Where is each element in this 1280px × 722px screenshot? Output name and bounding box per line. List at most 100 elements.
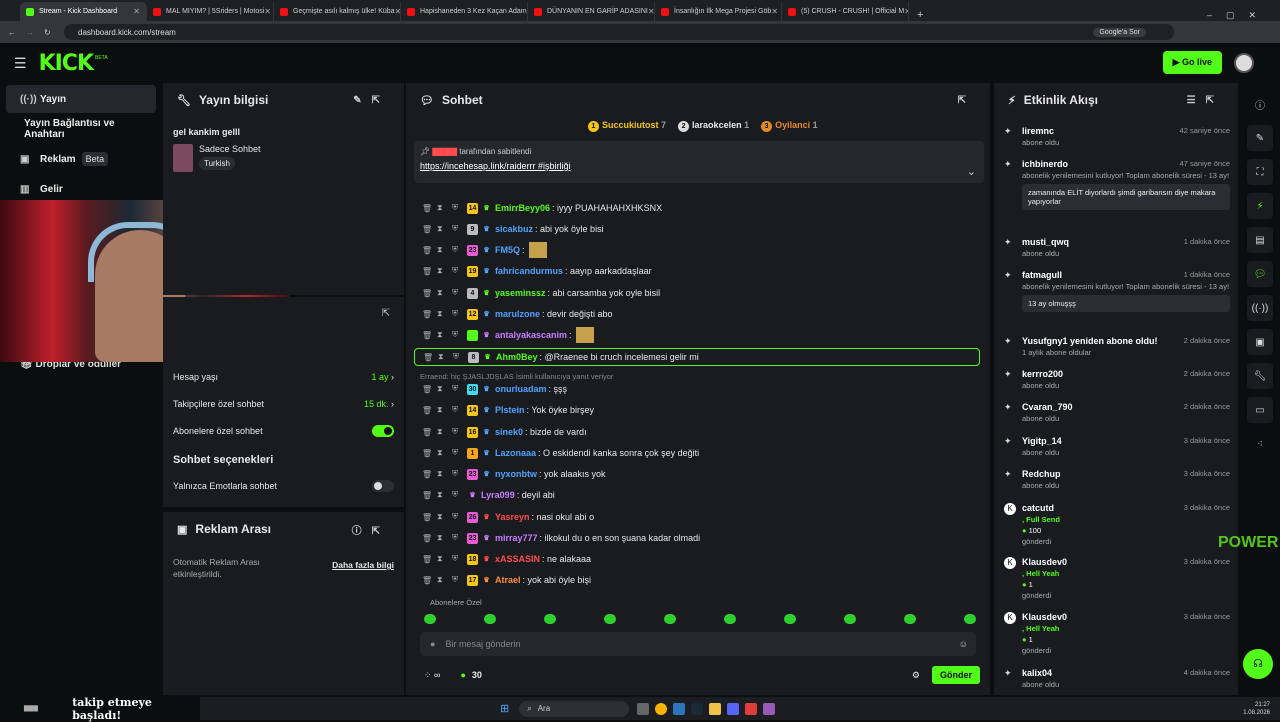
timeout-icon[interactable]: ⧗ bbox=[437, 309, 452, 319]
chat-message[interactable]: 🗑︎ ⧗ ⛨ 12 ♛ marulzone: devir değişti abo bbox=[422, 305, 613, 323]
timeout-icon[interactable]: ⧗ bbox=[437, 288, 452, 298]
folder-icon[interactable] bbox=[709, 702, 722, 715]
chat-message[interactable]: 🗑︎ ⧗ ⛨ 9 ♛ sicakbuz: abi yok öyle bisi bbox=[422, 220, 604, 238]
trash-icon[interactable]: 🗑︎ bbox=[422, 449, 437, 458]
popout-icon[interactable]: ⇱ bbox=[382, 308, 390, 319]
panel-tools[interactable]: ⓘ⇱ bbox=[352, 522, 390, 537]
chat-message[interactable]: 🗑︎ ⧗ ⛨ ♛ antalyakascanim: bbox=[422, 326, 594, 344]
chat-message[interactable]: 🗑︎ ⧗ ⛨ 23 ♛ mirray777: ilkokul du o en son şu… bbox=[422, 529, 700, 547]
taskview-icon[interactable] bbox=[637, 702, 650, 715]
reload-icon[interactable]: ↻ bbox=[44, 28, 51, 37]
support-icon[interactable]: ☊ bbox=[1243, 649, 1273, 679]
wrench-icon[interactable]: 🔧︎ bbox=[1247, 363, 1273, 389]
chat-message[interactable]: 🗑︎ ⧗ ⛨ 18 ♛ xASSASIN: ne alakaaa bbox=[422, 550, 591, 568]
browser-tab[interactable]: (5) CRUSH - CRUSH! | Official M✕ bbox=[782, 2, 909, 21]
popout-icon[interactable]: ⇱ bbox=[958, 95, 976, 106]
menu-icon[interactable]: ☰ bbox=[14, 55, 27, 72]
chat-username[interactable]: FM5Q bbox=[495, 245, 520, 255]
nav-item-revenue[interactable]: ▥ Gelir bbox=[6, 175, 156, 203]
trash-icon[interactable]: 🗑︎ bbox=[422, 470, 437, 479]
activity-item[interactable]: ✦ musti_qwq abone oldu 1 dakika önce bbox=[1004, 237, 1230, 258]
chrome-icon[interactable] bbox=[655, 702, 668, 715]
activity-item[interactable]: ✦ liremnc abone oldu 42 saniye önce bbox=[1004, 126, 1230, 147]
pinned-link[interactable]: https://incehesap.link/raiderrr #işbirli… bbox=[420, 161, 978, 171]
window-controls[interactable]: –▢✕ bbox=[1207, 10, 1270, 21]
timeout-icon[interactable]: ⧗ bbox=[437, 224, 452, 234]
browser-tab[interactable]: Hapishaneden 3 Kez Kaçan Adam✕ bbox=[401, 2, 528, 21]
activity-item[interactable]: Kcatcutd, Full Send ● 100 gönderdi 3 dakika… bbox=[1004, 503, 1230, 546]
timeout-icon[interactable]: ⧗ bbox=[437, 384, 452, 394]
trash-icon[interactable]: 🗑︎ bbox=[422, 576, 437, 585]
chat-input[interactable]: ● Bir mesaj gönderin ☺ bbox=[420, 632, 976, 656]
send-button[interactable]: Gönder bbox=[931, 666, 980, 684]
learn-more-link[interactable]: Daha fazla bilgi bbox=[332, 560, 394, 580]
infinity-icon[interactable]: ⁘ ∞ bbox=[424, 670, 440, 681]
app-icon[interactable] bbox=[763, 702, 776, 715]
trash-icon[interactable]: 🗑︎ bbox=[423, 353, 438, 362]
chat-username[interactable]: Lyra099 bbox=[481, 490, 515, 500]
trash-icon[interactable]: 🗑︎ bbox=[422, 513, 437, 522]
chat-message[interactable]: 🗑︎ ⧗ ⛨ 8 ♛ Ahm0Bey: @Rraenee bi cruch incelem… bbox=[414, 348, 980, 366]
url-field[interactable]: dashboard.kick.com/stream Google'a Sor bbox=[64, 24, 1174, 40]
account-age-row[interactable]: Hesap yaşı 1 ay › bbox=[163, 363, 404, 390]
timeout-icon[interactable]: ⧗ bbox=[437, 427, 452, 437]
timeout-icon[interactable]: ⧗ bbox=[437, 330, 452, 340]
chat-username[interactable]: mirray777 bbox=[495, 533, 538, 543]
nav-item-stream-key[interactable]: Yayın Bağlantısı ve Anahtarı bbox=[6, 115, 156, 143]
close-icon[interactable]: ✕ bbox=[264, 7, 271, 16]
trash-icon[interactable]: 🗑︎ bbox=[422, 204, 437, 213]
google-ask-button[interactable]: Google'a Sor bbox=[1093, 27, 1146, 37]
nav-item-stream[interactable]: ((·)) Yayın bbox=[6, 85, 156, 113]
chat-message[interactable]: 🗑︎ ⧗ ⛨ 23 ♛ nyxonbtw: yok alaakıs yok bbox=[422, 465, 606, 483]
timeout-icon[interactable]: ⧗ bbox=[437, 512, 452, 522]
emote-bar[interactable] bbox=[424, 614, 1024, 627]
gear-icon[interactable]: ⚙ bbox=[912, 670, 920, 681]
store-icon[interactable]: ▣ bbox=[1247, 329, 1273, 355]
timeout-icon[interactable]: ⧗ bbox=[437, 469, 452, 479]
broadcast-icon[interactable]: ((·)) bbox=[1247, 295, 1273, 321]
timeout-icon[interactable]: ⧗ bbox=[437, 554, 452, 564]
activity-item[interactable]: ✦ Yusufgny1 yeniden abone oldu! 1 aylık ab… bbox=[1004, 336, 1230, 357]
edit-icon[interactable]: ✎ bbox=[1247, 125, 1273, 151]
timeout-icon[interactable]: ⧗ bbox=[437, 405, 452, 415]
activity-item[interactable]: ✦ Cvaran_790 abone oldu 2 dakika önce bbox=[1004, 402, 1230, 423]
back-icon[interactable]: ← bbox=[8, 28, 16, 37]
profile-avatar[interactable] bbox=[1234, 53, 1254, 73]
chat-username[interactable]: marulzone bbox=[495, 309, 540, 319]
chat-message[interactable]: 🗑︎ ⧗ ⛨ 19 ♛ fahricandurmus: aayıp aarkaddaşla… bbox=[422, 262, 652, 280]
chat-username[interactable]: sicakbuz bbox=[495, 224, 533, 234]
timeout-icon[interactable]: ⧗ bbox=[437, 245, 452, 255]
subscriber-only-toggle[interactable] bbox=[372, 424, 394, 437]
browser-tab[interactable]: Stream - Kick Dashboard ✕ bbox=[20, 2, 147, 21]
chat-message[interactable]: 🗑︎ ⧗ ⛨ 1 ♛ Lazonaaa: O eskidendi kanka sonra … bbox=[422, 444, 699, 462]
close-icon[interactable]: ✕ bbox=[771, 7, 778, 16]
timeout-icon[interactable]: ⧗ bbox=[437, 448, 452, 458]
chat-message[interactable]: 🗑︎ ⧗ ⛨ 14 ♛ EmirrBeyy06: iyyy PUAHAHAHXHKSNX bbox=[422, 199, 662, 217]
trash-icon[interactable]: 🗑︎ bbox=[422, 267, 437, 276]
follower-only-row[interactable]: Takipçilere özel sohbet 15 dk. › bbox=[163, 390, 404, 417]
chat-message[interactable]: 🗑︎ ⧗ ⛨ 23 ♛ FM5Q: bbox=[422, 241, 547, 259]
info-icon[interactable]: ⓘ bbox=[1247, 91, 1273, 117]
nav-item-ads[interactable]: ▣ Reklam Beta bbox=[6, 145, 156, 173]
new-tab-button[interactable]: + bbox=[917, 9, 923, 21]
chat-message[interactable]: 🗑︎ ⧗ ⛨ 4 ♛ yaseminssz: abi carsamba yok oyle … bbox=[422, 284, 660, 302]
chat-username[interactable]: yaseminssz bbox=[495, 288, 546, 298]
browser-tab[interactable]: MAL MIYIM? | 5Sriders | Motosi ✕ bbox=[147, 2, 274, 21]
activity-item[interactable]: K Klausdev0, Hell Yeah ● 1 gönderdi 3 dakika… bbox=[1004, 557, 1230, 600]
chat-username[interactable]: xASSASIN bbox=[495, 554, 540, 564]
panel-tools[interactable]: ✎⇱ bbox=[353, 95, 390, 106]
activity-item[interactable]: ✦ kerrro200 abone oldu 2 dakika önce bbox=[1004, 369, 1230, 390]
chevron-down-icon[interactable]: ⌄ bbox=[967, 165, 976, 178]
trash-icon[interactable]: 🗑︎ bbox=[422, 534, 437, 543]
activity-item[interactable]: ✦ ichbinerdo abonelik yenilemesini kutluyo… bbox=[1004, 159, 1230, 210]
trash-icon[interactable]: 🗑︎ bbox=[422, 406, 437, 415]
activity-item[interactable]: ✦ Yigitp_14 abone oldu 3 dakika önce bbox=[1004, 436, 1230, 457]
chat-username[interactable]: Lazonaaa bbox=[495, 448, 536, 458]
chat-username[interactable]: Yasreyn bbox=[495, 512, 530, 522]
close-icon[interactable]: ✕ bbox=[648, 7, 654, 16]
chat-username[interactable]: fahricandurmus bbox=[495, 266, 563, 276]
chat-username[interactable]: onurluadam bbox=[495, 384, 547, 394]
trash-icon[interactable]: 🗑︎ bbox=[422, 428, 437, 437]
app-icon[interactable] bbox=[745, 702, 758, 715]
trash-icon[interactable]: 🗑︎ bbox=[422, 555, 437, 564]
